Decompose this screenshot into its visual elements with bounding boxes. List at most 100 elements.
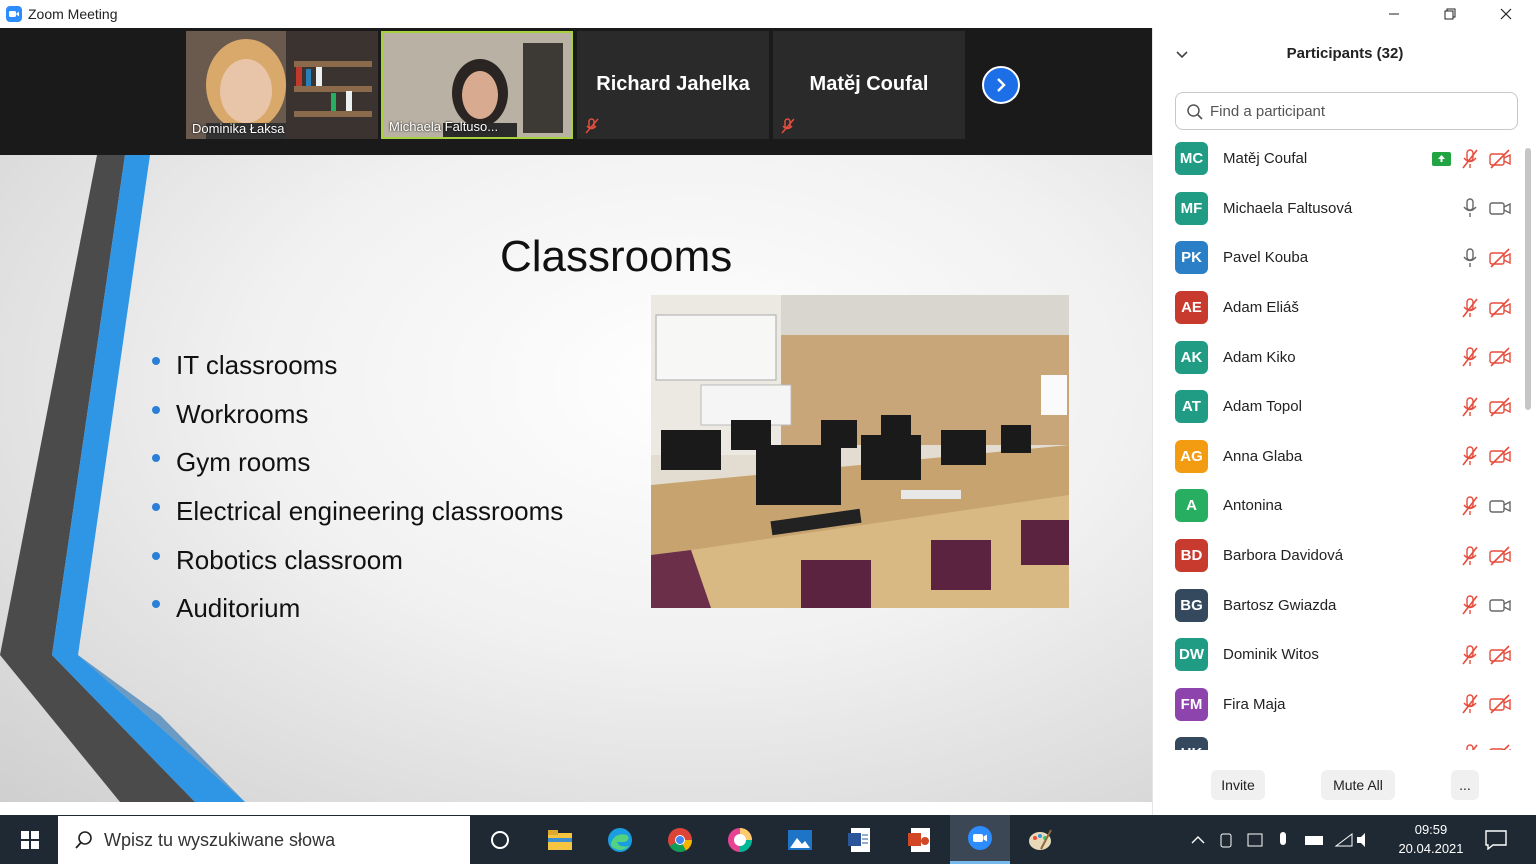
more-options-button[interactable]: ... — [1451, 770, 1479, 800]
color-wheel-icon — [728, 827, 752, 852]
mute-all-button[interactable]: Mute All — [1321, 770, 1395, 800]
photos-icon — [788, 829, 812, 850]
participant-row[interactable]: AE Adam Eliáš — [1153, 283, 1523, 333]
participant-row[interactable]: BG Bartosz Gwiazda — [1153, 580, 1523, 630]
photos-button[interactable] — [770, 815, 830, 864]
mic-muted-icon[interactable] — [1461, 545, 1479, 566]
bullet-item: Auditorium — [150, 588, 563, 637]
participant-avatar: BD — [1175, 539, 1208, 573]
mic-muted-icon[interactable] — [1461, 149, 1479, 169]
participant-avatar: BG — [1175, 588, 1208, 622]
bullet-item: Workrooms — [150, 394, 563, 443]
edge-button[interactable] — [590, 815, 650, 864]
bullet-item: Electrical engineering classrooms — [150, 491, 563, 540]
chrome-icon — [668, 827, 692, 852]
clock-date: 20.04.2021 — [1398, 841, 1464, 856]
mic-muted-icon[interactable] — [1461, 496, 1479, 516]
camera-off-icon[interactable] — [1489, 248, 1511, 268]
mic-muted-icon[interactable] — [1461, 446, 1479, 466]
presentation-icon — [908, 827, 930, 852]
participant-name: Matěj Coufal — [1223, 150, 1308, 168]
start-button[interactable] — [0, 815, 60, 864]
next-videos-button[interactable] — [982, 66, 1020, 104]
edge-icon — [608, 827, 632, 852]
task-view-button[interactable] — [470, 815, 530, 864]
folder-icon — [548, 829, 572, 850]
participant-row[interactable]: AG Anna Glaba — [1153, 432, 1523, 482]
mic-muted-icon — [585, 118, 599, 134]
participant-row[interactable]: AK Adam Kiko — [1153, 332, 1523, 382]
participant-row[interactable]: MF Michaela Faltusová — [1153, 184, 1523, 234]
restore-button[interactable] — [1422, 0, 1478, 28]
mic-muted-icon[interactable] — [1461, 694, 1479, 714]
participant-row[interactable]: MC Matěj Coufal — [1153, 134, 1523, 184]
file-explorer-button[interactable] — [530, 815, 590, 864]
camera-off-icon[interactable] — [1489, 149, 1511, 169]
mic-muted-icon[interactable] — [1461, 347, 1479, 367]
color-app-button[interactable] — [710, 815, 770, 864]
close-button[interactable] — [1478, 0, 1534, 28]
video-name-label: Dominika Łaksa — [192, 121, 285, 136]
video-tile-2[interactable]: Michaela Faltuso... — [381, 31, 573, 139]
camera-icon[interactable] — [1489, 496, 1511, 516]
mic-icon[interactable] — [1461, 248, 1479, 268]
taskbar-search-box[interactable]: Wpisz tu wyszukiwane słowa — [58, 816, 470, 864]
camera-off-icon[interactable] — [1489, 744, 1511, 750]
mic-muted-icon[interactable] — [1461, 645, 1479, 665]
find-participant-input[interactable]: Find a participant — [1175, 92, 1518, 130]
camera-icon[interactable] — [1489, 595, 1511, 615]
video-name-label: Michaela Faltuso... — [389, 119, 499, 134]
panel-title: Participants (32) — [1286, 45, 1404, 62]
participant-row[interactable]: DW Dominik Witos — [1153, 630, 1523, 680]
participant-name: Bartosz Gwiazda — [1223, 596, 1337, 614]
camera-off-icon[interactable] — [1489, 397, 1511, 417]
participant-list[interactable]: MC Matěj Coufal MF Michaela Faltusová PK Pave… — [1153, 134, 1523, 750]
mic-muted-icon[interactable] — [1461, 297, 1479, 318]
notifications-button[interactable] — [1466, 815, 1526, 864]
chrome-button[interactable] — [650, 815, 710, 864]
participant-row[interactable]: A Antonina — [1153, 481, 1523, 531]
video-tile-3[interactable]: Richard Jahelka — [577, 31, 769, 139]
camera-off-icon[interactable] — [1489, 347, 1511, 367]
chevron-up-icon — [1191, 836, 1205, 844]
camera-off-icon[interactable] — [1489, 298, 1511, 318]
camera-off-icon[interactable] — [1489, 545, 1511, 566]
participant-row[interactable]: AT Adam Topol — [1153, 382, 1523, 432]
video-name-label: Matěj Coufal — [809, 73, 929, 95]
title-bar: Zoom Meeting — [0, 0, 1536, 28]
camera-icon[interactable] — [1489, 198, 1511, 218]
video-tile-1[interactable]: Dominika Łaksa — [186, 31, 378, 139]
chevron-right-icon — [997, 78, 1006, 92]
invite-button[interactable]: Invite — [1211, 770, 1265, 800]
video-tile-4[interactable]: Matěj Coufal — [773, 31, 965, 139]
participant-row[interactable]: FM Fira Maja — [1153, 680, 1523, 730]
camera-off-icon[interactable] — [1489, 645, 1511, 665]
participant-list-scrollbar[interactable] — [1525, 148, 1531, 410]
taskbar-clock[interactable]: 09:59 20.04.2021 — [1390, 820, 1472, 858]
system-tray[interactable] — [1188, 828, 1368, 852]
search-icon — [75, 831, 92, 849]
powerpoint-button[interactable] — [890, 815, 950, 864]
clock-time: 09:59 — [1414, 822, 1448, 837]
minimize-button[interactable] — [1366, 0, 1422, 28]
mic-muted-icon[interactable] — [1461, 397, 1479, 417]
participant-name: Michaela Faltusová — [1223, 199, 1353, 217]
paint-button[interactable] — [1010, 815, 1070, 864]
speaker-icon — [1357, 833, 1365, 847]
participant-row[interactable]: HK — [1153, 729, 1523, 750]
document-icon — [848, 827, 870, 852]
zoom-taskbar-button[interactable] — [950, 815, 1010, 864]
word-button[interactable] — [830, 815, 890, 864]
camera-off-icon[interactable] — [1489, 694, 1511, 714]
notification-icon — [1485, 829, 1507, 850]
participant-avatar: AT — [1175, 390, 1208, 424]
participant-row[interactable]: PK Pavel Kouba — [1153, 233, 1523, 283]
mic-muted-icon[interactable] — [1461, 595, 1479, 615]
participant-avatar: MF — [1175, 191, 1208, 225]
bullet-item: Robotics classroom — [150, 540, 563, 589]
participant-row[interactable]: BD Barbora Davidová — [1153, 531, 1523, 581]
camera-off-icon[interactable] — [1489, 446, 1511, 466]
microphone-icon — [1280, 832, 1286, 845]
mic-icon[interactable] — [1461, 198, 1479, 218]
mic-muted-icon[interactable] — [1461, 744, 1479, 750]
